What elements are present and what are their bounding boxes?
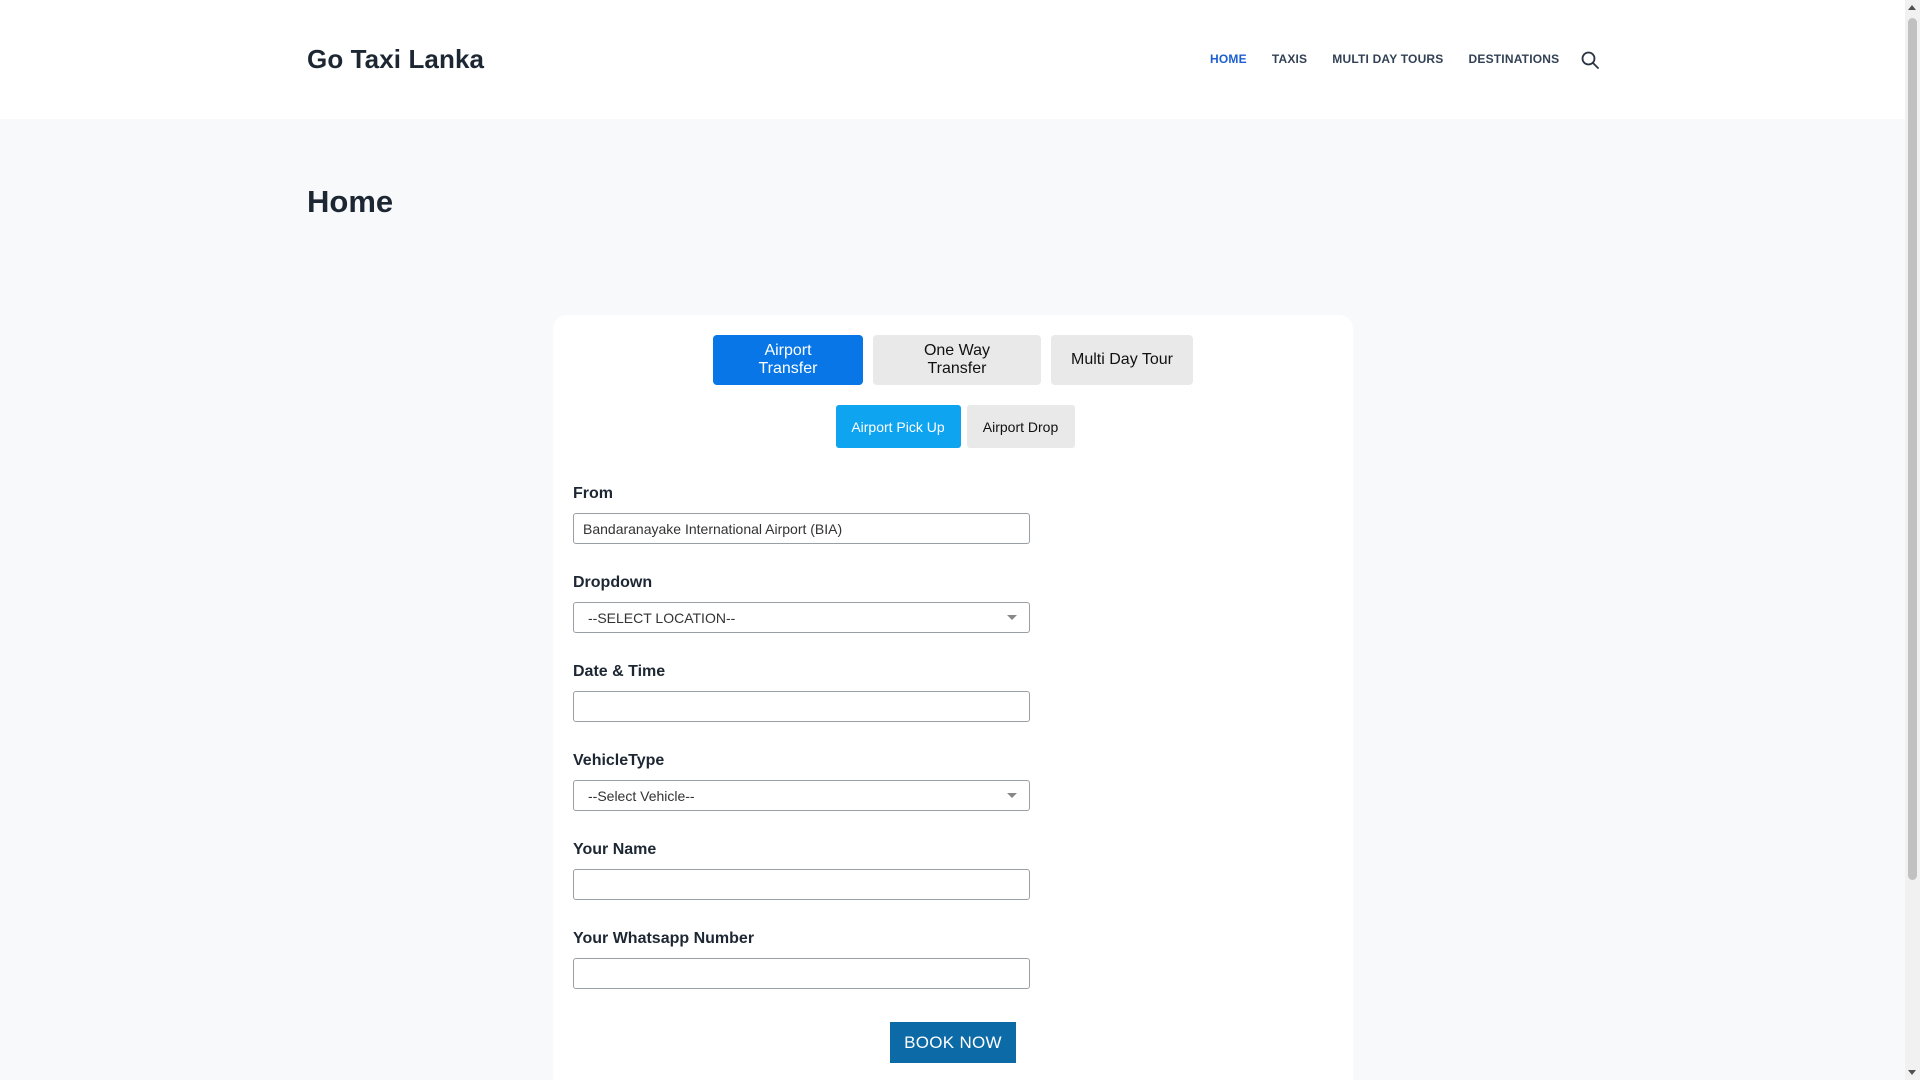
- scrollbar-thumb[interactable]: [1908, 18, 1917, 880]
- field-from: From: [573, 485, 1033, 544]
- scroll-down-arrow-icon[interactable]: [1908, 1070, 1916, 1075]
- field-whatsapp: Your Whatsapp Number: [573, 930, 1033, 989]
- vehicle-label: VehicleType: [573, 752, 665, 769]
- vehicle-select[interactable]: --Select Vehicle--: [573, 780, 1030, 811]
- field-datetime: Date & Time: [573, 663, 1033, 722]
- booking-type-tabs: Airport Transfer One Way Transfer Multi …: [553, 335, 1353, 385]
- chevron-down-icon: [1007, 615, 1017, 620]
- tab-airport-transfer[interactable]: Airport Transfer: [713, 335, 863, 385]
- booking-card: Airport Transfer One Way Transfer Multi …: [553, 315, 1353, 1080]
- name-label: Your Name: [573, 841, 657, 858]
- location-select-value: --SELECT LOCATION--: [588, 609, 736, 626]
- nav-home[interactable]: HOME: [1210, 52, 1247, 66]
- site-logo-text[interactable]: Go Taxi Lanka: [307, 44, 484, 75]
- vehicle-select-value: --Select Vehicle--: [588, 787, 695, 804]
- field-vehicle: VehicleType --Select Vehicle--: [573, 752, 1033, 811]
- field-dropdown: Dropdown --SELECT LOCATION--: [573, 574, 1033, 633]
- whatsapp-label: Your Whatsapp Number: [573, 930, 755, 947]
- search-icon[interactable]: [1580, 50, 1600, 70]
- name-input[interactable]: [573, 869, 1030, 900]
- location-select[interactable]: --SELECT LOCATION--: [573, 602, 1030, 633]
- booking-form: From Dropdown --SELECT LOCATION-- Date &…: [573, 485, 1033, 1019]
- nav-multi-day-tours[interactable]: MULTI DAY TOURS: [1332, 52, 1443, 66]
- nav-taxis[interactable]: TAXIS: [1272, 52, 1307, 66]
- page-scrollbar[interactable]: [1905, 0, 1920, 1080]
- from-label: From: [573, 485, 613, 502]
- scroll-up-arrow-icon[interactable]: [1908, 5, 1916, 10]
- nav-destinations[interactable]: DESTINATIONS: [1469, 52, 1560, 66]
- subtab-airport-drop[interactable]: Airport Drop: [966, 405, 1075, 448]
- tab-one-way-transfer[interactable]: One Way Transfer: [873, 335, 1041, 385]
- datetime-label: Date & Time: [573, 663, 666, 680]
- site-header: Go Taxi Lanka HOME TAXIS MULTI DAY TOURS…: [0, 0, 1905, 119]
- book-now-button[interactable]: BOOK NOW: [890, 1022, 1016, 1063]
- main-nav: HOME TAXIS MULTI DAY TOURS DESTINATIONS: [1210, 52, 1584, 66]
- dropdown-label: Dropdown: [573, 574, 653, 591]
- airport-transfer-subtabs: Airport Pick Up Airport Drop: [553, 405, 1353, 448]
- from-input[interactable]: [573, 513, 1030, 544]
- whatsapp-input[interactable]: [573, 958, 1030, 989]
- page-title: Home: [307, 184, 394, 219]
- tab-multi-day-tour[interactable]: Multi Day Tour: [1051, 335, 1193, 385]
- chevron-down-icon: [1007, 793, 1017, 798]
- subtab-airport-pick-up[interactable]: Airport Pick Up: [835, 405, 961, 448]
- field-name: Your Name: [573, 841, 1033, 900]
- datetime-input[interactable]: [573, 691, 1030, 722]
